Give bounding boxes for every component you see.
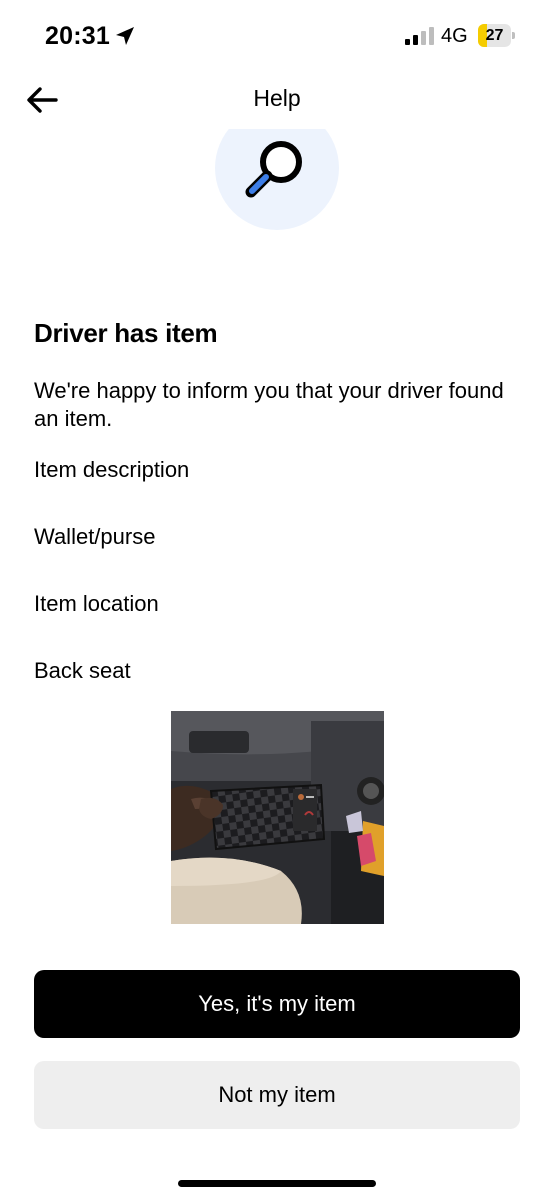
nav-bar: Help	[0, 72, 554, 128]
confirm-my-item-button[interactable]: Yes, it's my item	[34, 970, 520, 1038]
location-arrow-icon	[116, 27, 134, 45]
battery-icon: 27	[478, 24, 516, 47]
network-type: 4G	[441, 25, 468, 47]
item-location-value: Back seat	[34, 658, 131, 683]
cellular-signal-icon	[405, 27, 434, 45]
status-time: 20:31	[45, 22, 110, 50]
page-title: Help	[253, 85, 301, 111]
home-indicator[interactable]	[178, 1180, 376, 1187]
item-heading: Driver has item	[34, 318, 218, 348]
battery-percentage: 27	[485, 27, 504, 44]
item-location-label: Item location	[34, 591, 159, 616]
status-bar: 20:31 4G 27	[0, 0, 554, 72]
not-my-item-button[interactable]: Not my item	[34, 1061, 520, 1129]
item-description-value: Wallet/purse	[34, 524, 156, 549]
found-item-photo[interactable]	[171, 711, 384, 924]
magnifying-glass-icon	[245, 141, 302, 198]
intro-text: We're happy to inform you that your driv…	[34, 378, 504, 431]
item-description-label: Item description	[34, 457, 190, 482]
